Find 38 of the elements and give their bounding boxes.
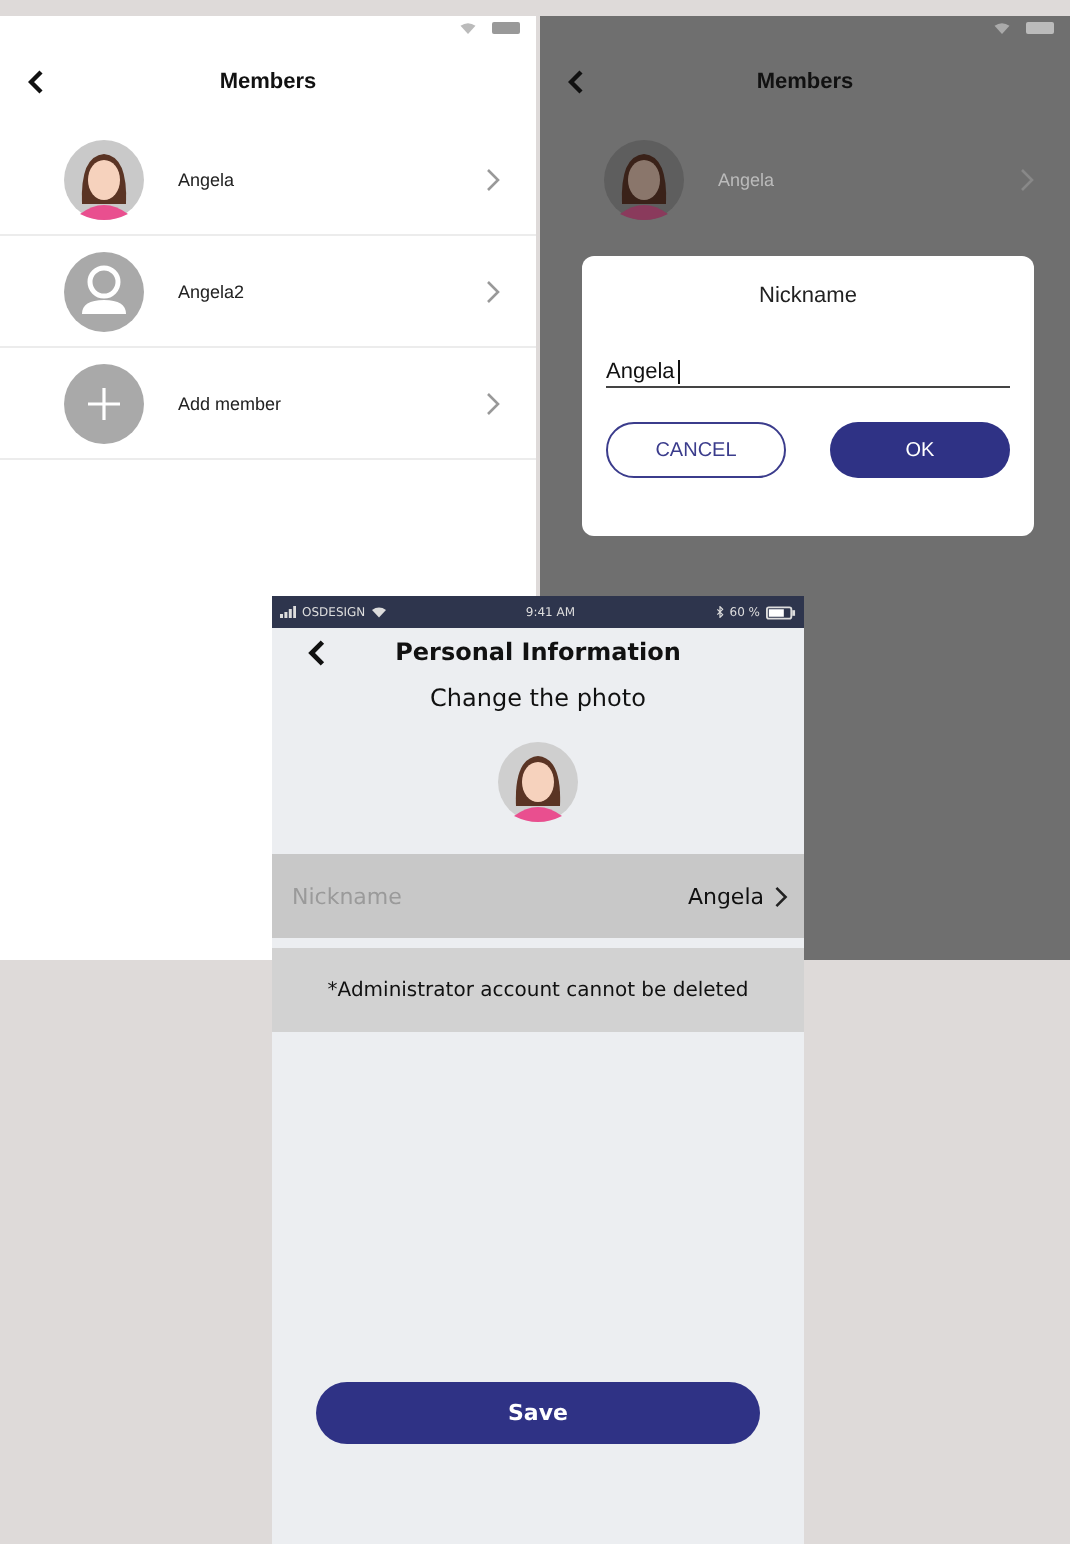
avatar-icon [604,139,684,219]
back-icon[interactable] [28,70,44,94]
chevron-icon [774,885,788,907]
add-icon [64,363,144,443]
chevron-icon [1020,167,1034,191]
chevron-icon [486,279,500,303]
avatar-icon [64,139,144,219]
cancel-button[interactable]: CANCEL [606,422,786,478]
chevron-icon [486,167,500,191]
wifi-icon [371,606,386,618]
field-value: Angela [687,883,764,909]
member-name: Add member [178,393,284,413]
battery-icon [1026,22,1054,34]
signal-icon [280,606,296,618]
member-name: Angela [718,169,777,189]
battery-icon [766,605,796,619]
avatar-icon[interactable] [498,742,578,822]
member-name: Angela2 [178,281,247,301]
member-row[interactable]: Angela [0,124,536,236]
wifi-icon [460,22,476,34]
member-name: Angela [178,169,237,189]
change-photo-link[interactable]: Change the photo [430,684,646,712]
screen-title: Members [756,70,854,94]
screen-title: Members [219,70,317,94]
user-icon [64,251,144,331]
ok-button[interactable]: OK [830,422,1010,478]
bluetooth-icon [715,606,724,618]
back-icon[interactable] [308,640,326,666]
member-row[interactable]: Angela2 [0,236,536,348]
admin-note: *Administrator account cannot be deleted [327,979,749,1001]
dialog-title: Nickname [759,284,857,308]
nickname-input[interactable]: Angela [606,360,1010,388]
screen-title: Personal Information [395,638,681,666]
chevron-icon [486,391,500,415]
wifi-icon [994,22,1010,34]
save-button[interactable]: Save [316,1382,760,1444]
battery-icon [492,22,520,34]
member-row[interactable]: Add member [0,348,536,460]
